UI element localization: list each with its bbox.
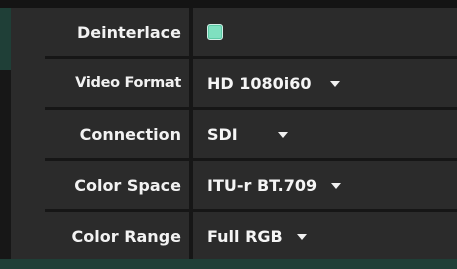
connection-label: Connection bbox=[79, 124, 181, 144]
color-space-value: ITU-r BT.709 bbox=[207, 175, 318, 195]
color-space-row: Color Space ITU-r BT.709 bbox=[45, 161, 457, 209]
color-range-dropdown[interactable]: Full RGB bbox=[193, 212, 457, 260]
deinterlace-label: Deinterlace bbox=[76, 22, 181, 42]
deinterlace-row: Deinterlace bbox=[45, 8, 457, 56]
accent-bar bbox=[0, 8, 11, 70]
color-range-label: Color Range bbox=[71, 226, 181, 246]
settings-window: Deinterlace Video Format HD 1080i60 Conn… bbox=[0, 0, 457, 269]
chevron-down-icon bbox=[277, 132, 288, 138]
left-gutter bbox=[11, 8, 45, 259]
chevron-down-icon bbox=[329, 81, 340, 87]
deinterlace-checkbox[interactable] bbox=[207, 24, 223, 40]
color-space-dropdown[interactable]: ITU-r BT.709 bbox=[193, 161, 457, 209]
connection-dropdown[interactable]: SDI bbox=[193, 110, 457, 158]
bottom-strip bbox=[0, 259, 457, 269]
settings-panel: Deinterlace Video Format HD 1080i60 Conn… bbox=[45, 8, 457, 259]
deinterlace-value bbox=[193, 8, 457, 56]
chevron-down-icon bbox=[331, 183, 342, 189]
connection-value: SDI bbox=[207, 124, 238, 144]
connection-row: Connection SDI bbox=[45, 110, 457, 158]
video-format-value: HD 1080i60 bbox=[207, 73, 312, 93]
color-range-row: Color Range Full RGB bbox=[45, 212, 457, 260]
video-format-dropdown[interactable]: HD 1080i60 bbox=[193, 59, 457, 107]
color-space-label: Color Space bbox=[74, 175, 181, 195]
color-range-value: Full RGB bbox=[207, 226, 283, 246]
left-accent bbox=[0, 8, 11, 259]
top-strip bbox=[0, 0, 457, 8]
video-format-row: Video Format HD 1080i60 bbox=[45, 59, 457, 107]
video-format-label: Video Format bbox=[75, 75, 181, 91]
chevron-down-icon bbox=[296, 234, 307, 240]
